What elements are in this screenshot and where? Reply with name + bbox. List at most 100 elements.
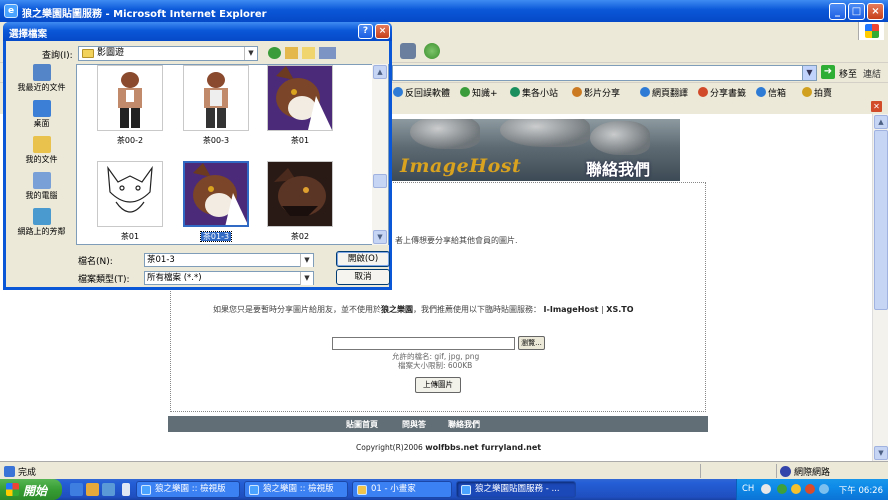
clock: 下午 06:26 [838, 486, 883, 496]
ie-icon [249, 485, 259, 495]
wolf-image [410, 119, 480, 149]
link-auction[interactable]: 拍賣 [802, 86, 832, 99]
windows-flag-icon [865, 24, 879, 38]
messenger-icon[interactable] [424, 43, 440, 59]
scroll-up-icon[interactable]: ▲ [874, 115, 888, 129]
scroll-thumb[interactable] [373, 174, 387, 188]
taskbar-item[interactable]: 01 - 小畫家 [352, 481, 452, 498]
network-places-icon [32, 208, 51, 225]
go-arrow-icon[interactable]: ➜ [821, 65, 835, 79]
file-thumbnail[interactable]: 茶00-2 [91, 65, 169, 153]
dialog-close-button[interactable]: × [375, 24, 390, 39]
ie-icon: e [4, 4, 18, 18]
page-scrollbar[interactable]: ▲ ▼ [872, 114, 888, 461]
links-label[interactable]: 連結 [863, 67, 881, 80]
image-thumbnail [183, 161, 249, 227]
language-indicator[interactable]: CH [742, 484, 754, 494]
taskbar-item[interactable]: 狼之樂園 :: 檢視版 [136, 481, 240, 498]
antivirus-icon[interactable] [805, 484, 815, 494]
scroll-down-icon[interactable]: ▼ [874, 446, 888, 460]
file-thumbnail-selected[interactable]: 茶01-3 [177, 161, 255, 244]
file-list-scrollbar[interactable]: ▲ ▼ [372, 64, 388, 245]
place-my-documents[interactable]: 我的文件 [10, 136, 73, 170]
network-icon[interactable] [777, 484, 787, 494]
filename-input[interactable]: 茶01-3 ▼ [144, 253, 314, 267]
scroll-up-icon[interactable]: ▲ [373, 65, 387, 79]
minimize-button[interactable]: _ [829, 3, 846, 20]
footer-link-home[interactable]: 貼圖首頁 [346, 419, 378, 430]
file-name: 茶00-2 [116, 136, 144, 145]
file-thumbnail[interactable]: 茶01 [261, 65, 339, 153]
taskbar: 開始 狼之樂園 :: 檢視版 狼之樂園 :: 檢視版 01 - 小畫家 狼之樂園… [0, 479, 888, 500]
look-in-select[interactable]: 影圖遊 ▼ [78, 46, 258, 61]
my-documents-icon [32, 136, 51, 153]
link-translate[interactable]: 網頁翻譯 [640, 86, 688, 99]
taskbar-item-active[interactable]: 狼之樂園貼圖服務 - ... [456, 481, 576, 498]
taskbar-item[interactable]: 狼之樂園 :: 檢視版 [244, 481, 348, 498]
browse-button[interactable]: 瀏覽... [518, 336, 545, 350]
link-anti-malware[interactable]: 反回誤軟體 [393, 86, 450, 99]
expand-icon[interactable] [122, 483, 130, 496]
close-toolbar-icon[interactable]: ✕ [871, 101, 882, 112]
notice-text: 如果您只是要暫時分享圖片給朋友，並不使用於狼之樂園，我們推薦使用以下臨時貼圖服務… [213, 305, 634, 314]
chevron-down-icon[interactable]: ▼ [244, 47, 257, 60]
view-menu-icon[interactable] [319, 47, 336, 59]
maximize-button[interactable]: □ [848, 3, 865, 20]
filetype-label: 檔案類型(T): [78, 275, 130, 285]
link-video[interactable]: 影片分享 [572, 86, 620, 99]
footer-link-contact[interactable]: 聯絡我們 [448, 419, 480, 430]
link-xs-to[interactable]: XS.TO [606, 305, 633, 314]
recent-docs-icon [32, 64, 51, 81]
volume-icon[interactable] [819, 484, 829, 494]
upload-button[interactable]: 上傳圖片 [415, 377, 461, 393]
messenger-icon[interactable] [791, 484, 801, 494]
file-thumbnail[interactable]: 茶01 [91, 161, 169, 244]
start-button[interactable]: 開始 [0, 479, 62, 500]
chevron-down-icon[interactable]: ▼ [300, 272, 313, 285]
file-name: 茶01-3 [199, 231, 233, 242]
place-recent[interactable]: 我最近的文件 [10, 64, 73, 98]
keyboard-icon[interactable] [761, 484, 771, 494]
banner-contact-link[interactable]: 聯絡我們 [586, 156, 650, 180]
place-desktop[interactable]: 桌面 [10, 100, 73, 134]
filetype-select[interactable]: 所有檔案 (*.*) ▼ [144, 271, 314, 285]
close-button[interactable]: × [867, 3, 884, 20]
desktop-quicklaunch-icon[interactable] [102, 483, 115, 496]
link-group[interactable]: 集各小站 [510, 86, 558, 99]
scroll-thumb[interactable] [874, 130, 888, 310]
cancel-button[interactable]: 取消 [336, 269, 390, 285]
place-my-computer[interactable]: 我的電腦 [10, 172, 73, 206]
place-network[interactable]: 網路上的芳鄰 [10, 208, 73, 242]
chevron-down-icon[interactable]: ▼ [300, 254, 313, 267]
status-bar: 完成 網際網路 [0, 461, 888, 479]
footer-link-faq[interactable]: 問與答 [402, 419, 426, 430]
go-button[interactable]: 移至 [839, 67, 857, 80]
link-bookmarks[interactable]: 分享書籤 [698, 86, 746, 99]
print-icon[interactable] [400, 43, 416, 59]
address-dropdown-icon[interactable]: ▼ [802, 66, 816, 80]
group-icon [510, 87, 520, 97]
link-knowledge[interactable]: 知識+ [460, 86, 498, 99]
link-i-imagehost[interactable]: I-ImageHost [544, 305, 599, 314]
scroll-down-icon[interactable]: ▼ [373, 230, 387, 244]
image-thumbnail [183, 65, 249, 131]
open-button[interactable]: 開啟(O) [336, 251, 390, 267]
up-folder-icon[interactable] [285, 47, 298, 59]
back-icon[interactable] [268, 47, 281, 59]
help-button[interactable]: ? [358, 24, 373, 39]
file-path-input[interactable] [332, 337, 515, 350]
intro-text: 者上傳想要分享給其他會員的圖片. [395, 236, 518, 245]
file-thumbnail[interactable]: 茶00-3 [177, 65, 255, 153]
wolf-image [500, 119, 590, 147]
folder-quicklaunch-icon[interactable] [86, 483, 99, 496]
new-folder-icon[interactable] [302, 47, 315, 59]
link-mail[interactable]: 信箱 [756, 86, 786, 99]
page-icon [4, 466, 15, 477]
wolf-image [590, 121, 650, 155]
ie-icon [141, 485, 151, 495]
address-input[interactable]: ▼ [392, 65, 817, 81]
security-zone: 網際網路 [780, 465, 830, 478]
ie-title-bar: e 狼之樂園貼圖服務 - Microsoft Internet Explorer… [0, 0, 888, 22]
ie-quicklaunch-icon[interactable] [70, 483, 83, 496]
file-thumbnail[interactable]: 茶02 [261, 161, 339, 244]
